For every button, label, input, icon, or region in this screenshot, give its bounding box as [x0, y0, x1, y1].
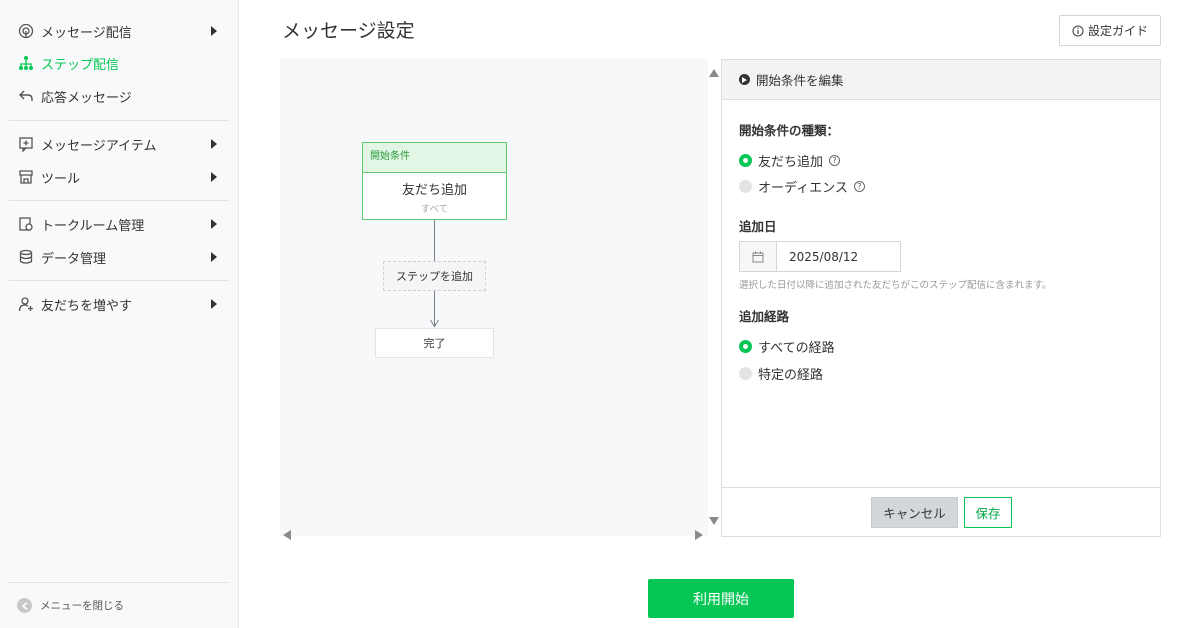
added-date-label: 追加日: [739, 219, 777, 234]
added-route-label: 追加経路: [739, 309, 790, 324]
condition-type-label: 開始条件の種類：: [739, 123, 840, 138]
added-date-value: 2025/08/12: [789, 249, 859, 264]
radio-selected-icon: [739, 154, 752, 167]
start-condition-subtitle: すべて: [420, 204, 449, 215]
scroll-down-arrow-icon[interactable]: [709, 510, 719, 529]
panel-header: 開始条件を編集: [722, 60, 1160, 100]
radio-label: 特定の経路: [758, 368, 824, 383]
save-button[interactable]: 保存: [964, 497, 1012, 528]
panel-footer: キャンセル 保存: [722, 487, 1160, 536]
scroll-left-arrow-icon[interactable]: [283, 525, 291, 544]
add-step-button[interactable]: ステップを追加: [383, 261, 486, 291]
radio-unselected-icon: [739, 180, 752, 193]
radio-label: すべての経路: [758, 341, 835, 356]
radio-friend-add[interactable]: 友だち追加 ?: [739, 151, 841, 170]
help-icon[interactable]: ?: [829, 155, 841, 166]
play-circle-icon: [739, 74, 750, 85]
scroll-up-arrow-icon[interactable]: [709, 62, 719, 81]
added-date-field[interactable]: 2025/08/12: [739, 241, 901, 272]
edit-start-condition-panel: 開始条件を編集 開始条件の種類： 友だち追加 ? オーディエンス ? 追加日 2…: [721, 59, 1161, 537]
radio-audience[interactable]: オーディエンス ?: [739, 177, 865, 196]
app-root: メッセージ配信 ステップ配信 応答メッセージ メッセージアイテム ツール トーク…: [0, 0, 1200, 628]
radio-selected-icon: [739, 340, 752, 353]
calendar-icon[interactable]: [740, 242, 777, 271]
start-condition-node[interactable]: 開始条件 友だち追加 すべて: [362, 142, 507, 220]
done-node: 完了: [375, 328, 494, 358]
cancel-button[interactable]: キャンセル: [871, 497, 958, 528]
radio-unselected-icon: [739, 367, 752, 380]
start-condition-title: 友だち追加: [401, 183, 467, 198]
scroll-right-arrow-icon[interactable]: [695, 525, 703, 544]
radio-label: 友だち追加: [758, 155, 824, 170]
added-date-hint: 選択した日付以降に追加された友だちがこのステップ配信に含まれます。: [739, 280, 1052, 291]
radio-all-routes[interactable]: すべての経路: [739, 337, 835, 356]
radio-label: オーディエンス: [758, 181, 848, 196]
help-icon[interactable]: ?: [853, 181, 865, 192]
start-condition-header: 開始条件: [363, 143, 506, 173]
start-using-button[interactable]: 利用開始: [648, 579, 794, 618]
panel-title: 開始条件を編集: [756, 73, 844, 88]
radio-specific-routes[interactable]: 特定の経路: [739, 364, 823, 383]
